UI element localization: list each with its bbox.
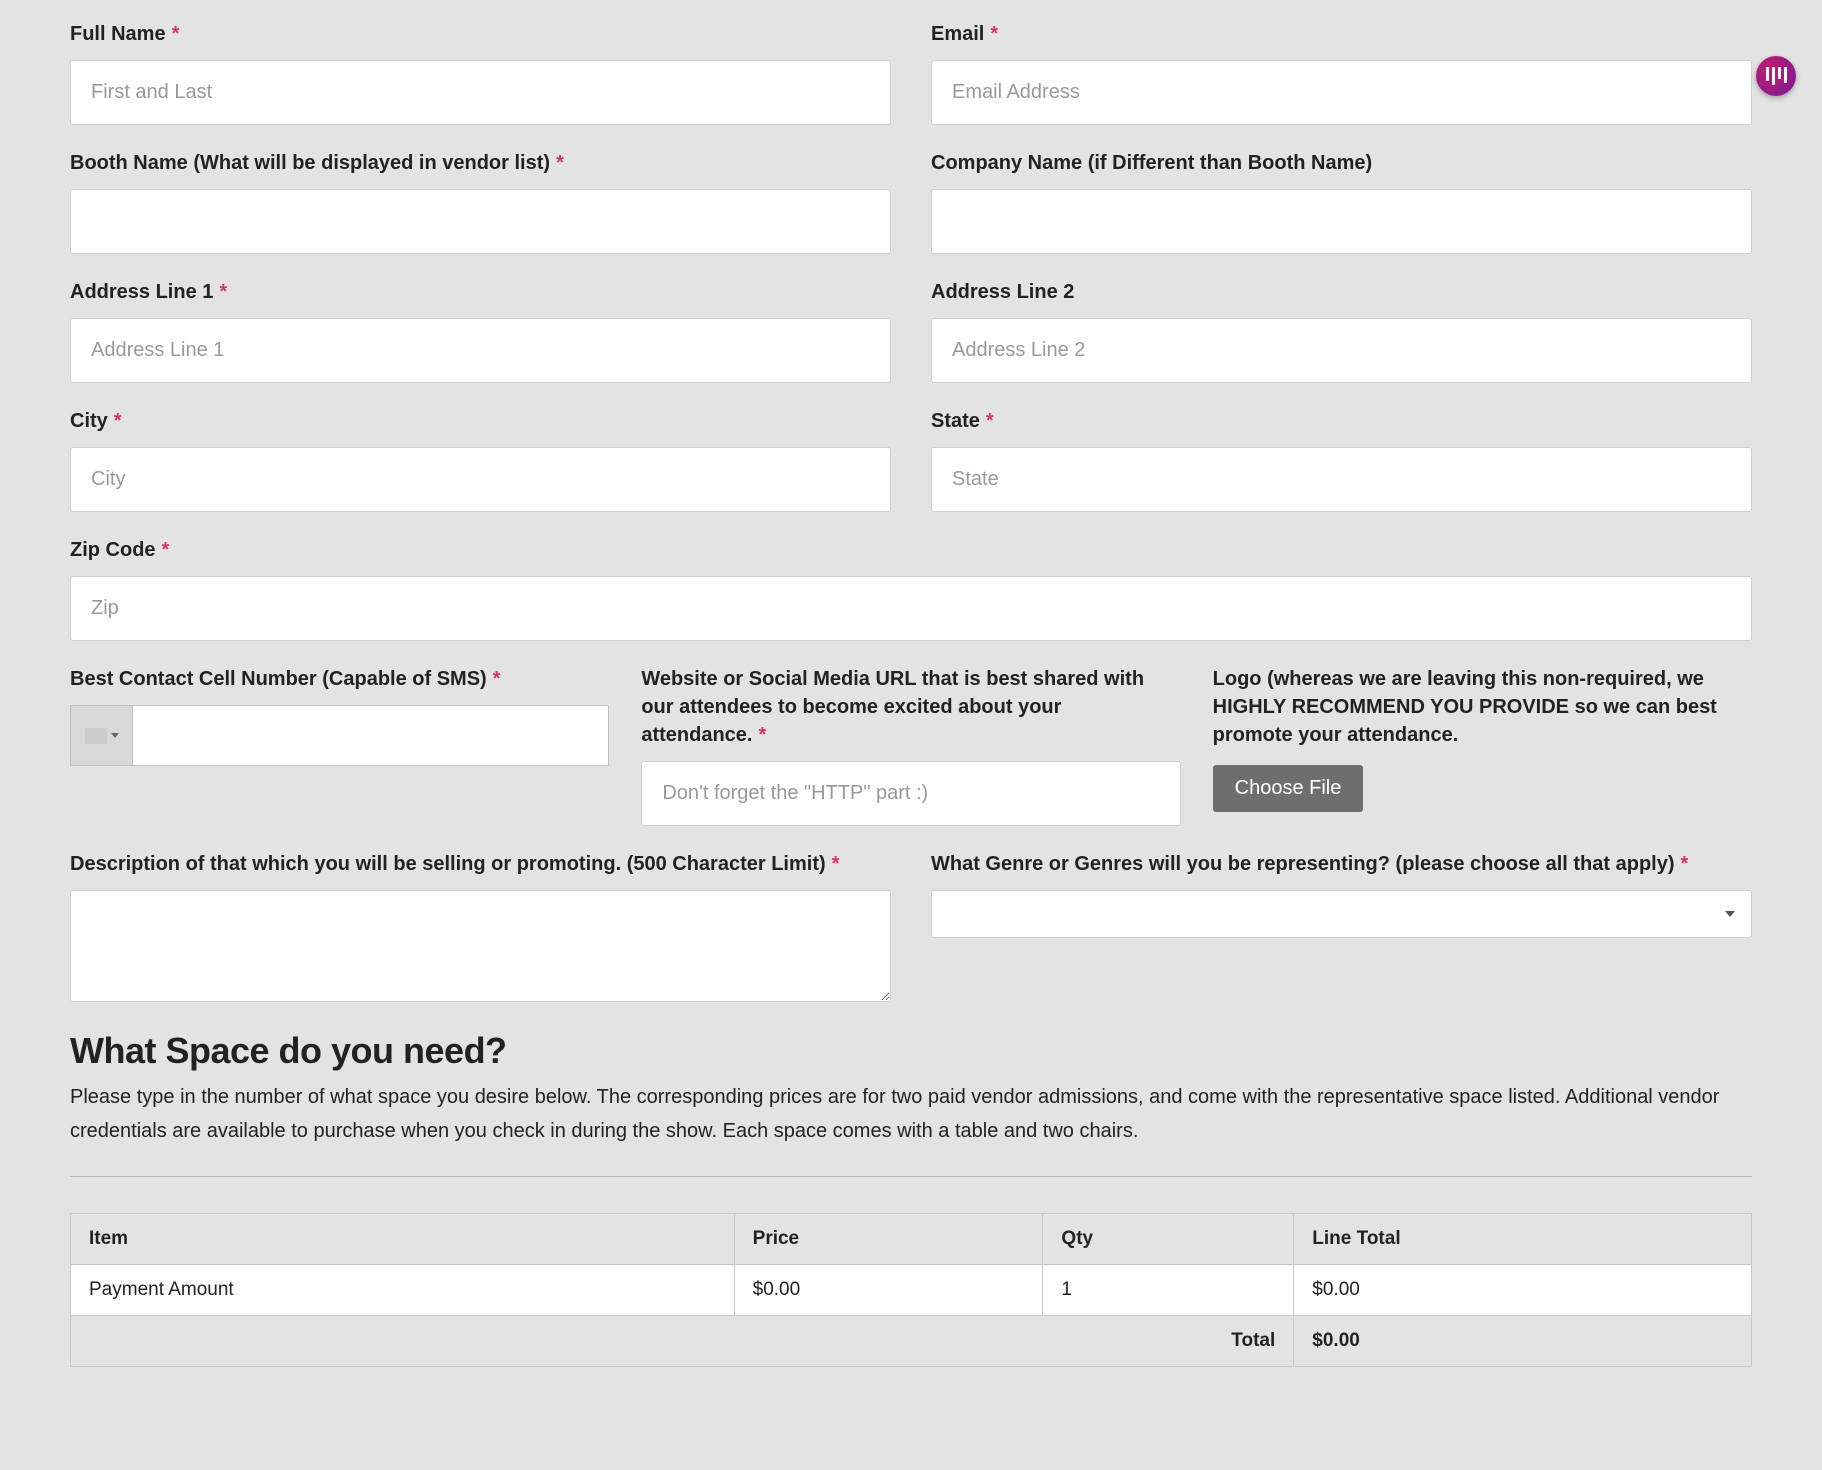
address1-label: Address Line 1* <box>70 278 891 306</box>
state-input[interactable] <box>931 447 1752 512</box>
table-total-label: Total <box>71 1316 1294 1367</box>
city-label: City* <box>70 407 891 435</box>
required-marker: * <box>114 410 122 432</box>
company-name-label: Company Name (if Different than Booth Na… <box>931 149 1752 177</box>
required-marker: * <box>832 853 840 875</box>
genre-label: What Genre or Genres will you be represe… <box>931 850 1752 878</box>
phone-label: Best Contact Cell Number (Capable of SMS… <box>70 665 609 693</box>
booth-name-input[interactable] <box>70 189 891 254</box>
flag-icon <box>85 728 107 744</box>
city-input[interactable] <box>70 447 891 512</box>
zip-label: Zip Code* <box>70 536 1752 564</box>
chevron-down-icon <box>111 733 119 738</box>
table-header-item: Item <box>71 1214 735 1265</box>
description-label: Description of that which you will be se… <box>70 850 891 878</box>
table-cell-price: $0.00 <box>734 1265 1043 1316</box>
space-section-description: Please type in the number of what space … <box>70 1080 1752 1148</box>
email-label: Email* <box>931 20 1752 48</box>
genre-select[interactable] <box>931 890 1752 938</box>
space-section-title: What Space do you need? <box>70 1030 1752 1072</box>
description-textarea[interactable] <box>70 890 891 1002</box>
table-cell-line-total: $0.00 <box>1294 1265 1752 1316</box>
equalizer-icon <box>1766 67 1787 85</box>
required-marker: * <box>986 410 994 432</box>
required-marker: * <box>758 724 766 746</box>
choose-file-button[interactable]: Choose File <box>1213 765 1364 812</box>
table-header-line-total: Line Total <box>1294 1214 1752 1265</box>
full-name-label: Full Name* <box>70 20 891 48</box>
state-label: State* <box>931 407 1752 435</box>
floating-widget-button[interactable] <box>1756 56 1796 96</box>
table-header-price: Price <box>734 1214 1043 1265</box>
table-cell-item: Payment Amount <box>71 1265 735 1316</box>
required-marker: * <box>1681 853 1689 875</box>
table-total-value: $0.00 <box>1294 1316 1752 1367</box>
table-total-row: Total $0.00 <box>71 1316 1752 1367</box>
full-name-input[interactable] <box>70 60 891 125</box>
address2-input[interactable] <box>931 318 1752 383</box>
website-label: Website or Social Media URL that is best… <box>641 665 1180 749</box>
chevron-down-icon <box>1725 911 1735 917</box>
company-name-input[interactable] <box>931 189 1752 254</box>
address1-input[interactable] <box>70 318 891 383</box>
required-marker: * <box>990 23 998 45</box>
logo-label: Logo (whereas we are leaving this non-re… <box>1213 665 1752 749</box>
required-marker: * <box>172 23 180 45</box>
required-marker: * <box>162 539 170 561</box>
zip-input[interactable] <box>70 576 1752 641</box>
email-input[interactable] <box>931 60 1752 125</box>
phone-country-selector[interactable] <box>70 705 132 766</box>
address2-label: Address Line 2 <box>931 278 1752 306</box>
table-cell-qty: 1 <box>1043 1265 1294 1316</box>
table-row: Payment Amount $0.00 1 $0.00 <box>71 1265 1752 1316</box>
required-marker: * <box>556 152 564 174</box>
required-marker: * <box>219 281 227 303</box>
required-marker: * <box>493 668 501 690</box>
table-header-qty: Qty <box>1043 1214 1294 1265</box>
booth-name-label: Booth Name (What will be displayed in ve… <box>70 149 891 177</box>
phone-input[interactable] <box>132 705 609 766</box>
pricing-table: Item Price Qty Line Total Payment Amount… <box>70 1213 1752 1367</box>
website-input[interactable] <box>641 761 1180 826</box>
divider <box>70 1176 1752 1177</box>
